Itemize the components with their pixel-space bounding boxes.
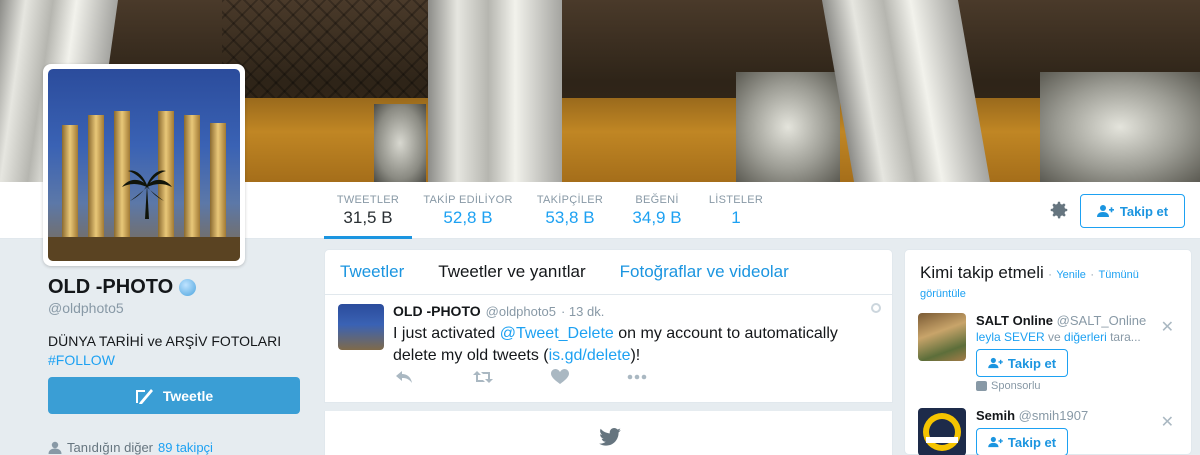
suggestion-name[interactable]: Semih: [976, 408, 1015, 423]
followers-link[interactable]: 89 takipçi: [158, 440, 213, 455]
suggestion-avatar[interactable]: [918, 313, 966, 361]
compose-icon: [135, 388, 153, 404]
stat-value: 34,9 B: [632, 208, 682, 227]
sponsored-label: Sponsorlu: [976, 380, 1041, 392]
tweet-button-label: Tweetle: [162, 387, 214, 404]
tweet-link[interactable]: is.gd/delete: [549, 347, 631, 364]
context-text: tara...: [1106, 330, 1141, 344]
tweet-mention[interactable]: @Tweet_Delete: [500, 325, 614, 342]
add-user-icon: [988, 357, 1003, 369]
tweet-actions: [393, 369, 793, 387]
followers-you-know: Tanıdığın diğer 89 takipçi: [48, 440, 213, 455]
stat-label: BEĞENİ: [635, 194, 679, 206]
context-link-others[interactable]: diğerleri: [1064, 330, 1107, 344]
bio-hashtag[interactable]: #FOLLOW: [48, 351, 308, 370]
suggestion-handle[interactable]: @SALT_Online: [1057, 313, 1147, 328]
gear-icon[interactable]: [1048, 199, 1070, 221]
stat-value: 53,8 B: [545, 208, 595, 227]
timeline-end: [324, 411, 893, 455]
suggestion-item: Semih @smih1907 Takip et ✕: [918, 408, 1180, 455]
profile-name-row: OLD -PHOTO: [48, 276, 308, 299]
stat-label: TAKİPÇİLER: [536, 194, 604, 206]
context-link[interactable]: leyla SEVER: [976, 330, 1045, 344]
refresh-link[interactable]: Yenile: [1056, 269, 1086, 281]
reply-icon[interactable]: [395, 369, 413, 385]
tweet-text-part: )!: [630, 347, 641, 364]
stat-label: TAKİP EDİLİYOR: [423, 194, 513, 206]
tweet-timestamp[interactable]: · 13 dk.: [561, 304, 604, 319]
suggestion-name-row: SALT Online @SALT_Online: [976, 313, 1146, 328]
follow-label: Takip et: [1007, 355, 1057, 371]
sponsored-text: Sponsorlu: [991, 380, 1041, 392]
like-icon[interactable]: [551, 369, 569, 385]
suggestion-context: leyla SEVER ve diğerleri tara...: [976, 330, 1141, 344]
twitter-bird-icon: [599, 428, 621, 446]
tweet-options-icon[interactable]: [871, 303, 881, 313]
suggestion-follow-button[interactable]: Takip et: [976, 349, 1068, 377]
bio-text: DÜNYA TARİHİ ve ARŞİV FOTOLARI: [48, 333, 282, 349]
tab-tweets-replies[interactable]: Tweetler ve yanıtlar: [438, 262, 585, 282]
timeline-tabs: Tweetler Tweetler ve yanıtlar Fotoğrafla…: [324, 249, 893, 295]
tab-photos-videos[interactable]: Fotoğraflar ve videolar: [620, 262, 789, 282]
add-user-icon: [988, 436, 1003, 448]
team-logo-icon: [923, 413, 961, 451]
stat-value: 1: [731, 208, 741, 227]
suggestion-item: SALT Online @SALT_Online leyla SEVER ve …: [918, 313, 1180, 393]
suggestion-name[interactable]: SALT Online: [976, 313, 1053, 328]
stat-tweets[interactable]: TWEETLER 31,5 B: [324, 182, 412, 239]
retweet-icon[interactable]: [473, 369, 493, 385]
tweet-text-part: I just activated: [393, 325, 500, 342]
suggestion-name-row: Semih @smih1907: [976, 408, 1088, 423]
tweet-item[interactable]: OLD -PHOTO @oldphoto5 · 13 dk. I just ac…: [324, 295, 893, 403]
tweet-author-name[interactable]: OLD -PHOTO: [393, 303, 481, 319]
timeline: Tweetler Tweetler ve yanıtlar Fotoğrafla…: [324, 249, 893, 455]
suggestion-follow-button[interactable]: Takip et: [976, 428, 1068, 455]
tweet-avatar[interactable]: [338, 304, 384, 350]
wtf-header: Kimi takip etmeli · Yenile · Tümünü görü…: [920, 264, 1182, 303]
stat-following[interactable]: TAKİP EDİLİYOR 52,8 B: [420, 182, 516, 239]
profile-name[interactable]: OLD -PHOTO: [48, 276, 173, 299]
suggestion-avatar[interactable]: [918, 408, 966, 455]
stat-lists[interactable]: LİSTELER 1: [704, 182, 768, 239]
promoted-icon: [976, 381, 987, 391]
separator: ·: [1090, 269, 1095, 281]
stat-label: LİSTELER: [708, 194, 764, 206]
tweet-header: OLD -PHOTO @oldphoto5 · 13 dk.: [393, 303, 604, 319]
stat-followers[interactable]: TAKİPÇİLER 53,8 B: [530, 182, 610, 239]
profile-card: OLD -PHOTO @oldphoto5 DÜNYA TARİHİ ve AR…: [48, 276, 308, 370]
follow-label: Takip et: [1007, 434, 1057, 450]
tweet-author-handle[interactable]: @oldphoto5: [486, 304, 556, 319]
profile-avatar[interactable]: [43, 64, 245, 266]
stat-label: TWEETLER: [336, 194, 400, 206]
follow-button-label: Takip et: [1119, 203, 1169, 219]
profile-handle[interactable]: @oldphoto5: [48, 300, 308, 316]
person-icon: [48, 441, 62, 454]
dismiss-icon[interactable]: ✕: [1161, 317, 1174, 337]
stat-value: 31,5 B: [343, 208, 393, 227]
wtf-title: Kimi takip etmeli: [920, 263, 1044, 282]
tweet-button[interactable]: Tweetle: [48, 377, 300, 414]
follow-button[interactable]: Takip et: [1080, 194, 1185, 228]
stat-likes[interactable]: BEĞENİ 34,9 B: [624, 182, 690, 239]
tweet-text: I just activated @Tweet_Delete on my acc…: [393, 323, 878, 367]
stat-value: 52,8 B: [443, 208, 493, 227]
followers-text: Tanıdığın diğer: [67, 440, 154, 455]
context-text: ve: [1044, 330, 1065, 344]
tab-tweets[interactable]: Tweetler: [340, 262, 404, 282]
add-user-icon: [1096, 205, 1114, 217]
globe-icon: [179, 279, 197, 296]
suggestion-handle[interactable]: @smih1907: [1019, 408, 1089, 423]
profile-bio: DÜNYA TARİHİ ve ARŞİV FOTOLARI #FOLLOW: [48, 332, 308, 370]
who-to-follow-panel: Kimi takip etmeli · Yenile · Tümünü görü…: [904, 249, 1192, 455]
more-icon[interactable]: [627, 369, 647, 385]
separator: ·: [1048, 269, 1052, 281]
dismiss-icon[interactable]: ✕: [1161, 412, 1174, 432]
